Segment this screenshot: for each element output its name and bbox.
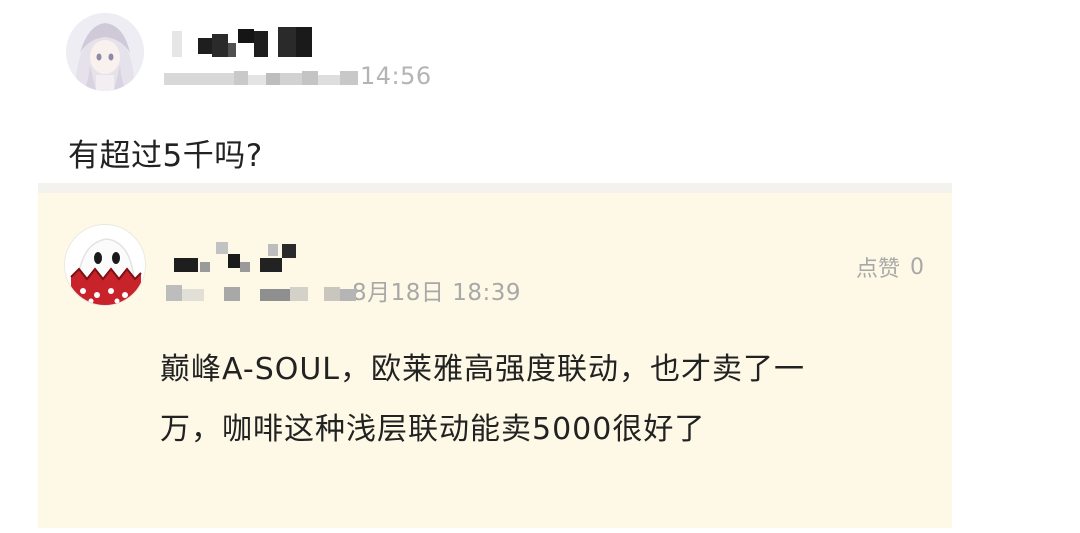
anime-girl-avatar-icon bbox=[66, 13, 144, 91]
timestamp-mosaic-icon bbox=[164, 277, 358, 303]
reply-card-divider bbox=[38, 183, 952, 193]
pixelated-mosaic-icon bbox=[174, 242, 296, 272]
timestamp-mosaic-icon bbox=[162, 63, 362, 89]
comment-thread: 14:56 有超过5千吗? 8月18日 18:39 点赞 0 巅峰A-SOUL，… bbox=[0, 0, 1080, 533]
avatar[interactable] bbox=[64, 224, 146, 306]
comment-body: 有超过5千吗? bbox=[68, 138, 263, 174]
ghost-monster-avatar-icon bbox=[65, 225, 145, 305]
pixelated-mosaic-icon bbox=[172, 27, 312, 57]
like-count: 0 bbox=[910, 254, 924, 280]
comment-time: 14:56 bbox=[360, 62, 432, 90]
reply-time: 8月18日 18:39 bbox=[352, 280, 521, 306]
reply-timestamp: 8月18日 18:39 bbox=[164, 275, 521, 306]
avatar[interactable] bbox=[66, 13, 144, 91]
username-censored[interactable] bbox=[166, 25, 326, 59]
comment-timestamp: 14:56 bbox=[162, 61, 432, 91]
like-label: 点赞 bbox=[855, 257, 900, 282]
reply-body-line: 万，咖啡这种浅层联动能卖5000很好了 bbox=[160, 412, 706, 447]
reply-body: 巅峰A-SOUL，欧莱雅高强度联动，也才卖了一 万，咖啡这种浅层联动能卖5000… bbox=[160, 340, 940, 460]
reply-body-line: 巅峰A-SOUL，欧莱雅高强度联动，也才卖了一 bbox=[160, 352, 806, 387]
like-button[interactable]: 点赞 0 bbox=[856, 251, 924, 283]
username-censored[interactable] bbox=[168, 240, 308, 274]
